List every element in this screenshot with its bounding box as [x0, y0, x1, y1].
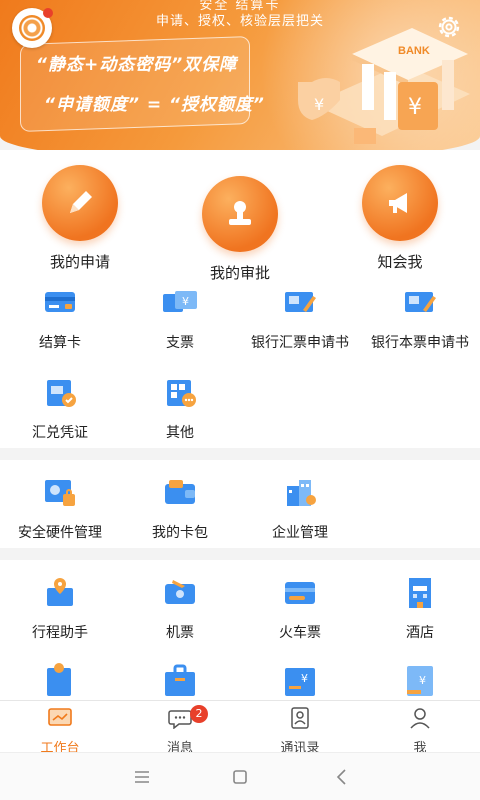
grid-item-label: 我的卡包: [152, 525, 208, 541]
management-panel: 安全硬件管理 我的卡包 企业管理: [0, 460, 480, 548]
message-icon: [168, 710, 192, 730]
flight-icon: [165, 580, 195, 604]
briefcase-icon[interactable]: [161, 662, 199, 696]
bank-illustration-icon: BANK ¥ ¥: [298, 28, 470, 144]
svg-text:¥: ¥: [408, 95, 422, 120]
slogan-line-1: “静态+动态密码”双保障: [36, 55, 238, 75]
grid-item-cashier-cheque[interactable]: 银行本票申请书: [360, 286, 480, 352]
home-square-icon[interactable]: [230, 767, 250, 787]
grid-item-hotel[interactable]: 酒店: [360, 576, 480, 642]
bank-sign: BANK: [398, 45, 430, 57]
app-logo[interactable]: [12, 8, 53, 48]
grid-item-cheque[interactable]: ¥ 支票: [120, 286, 240, 352]
svg-text:¥: ¥: [314, 95, 324, 114]
card-icon: [45, 292, 75, 312]
grid-item-label: 结算卡: [39, 335, 81, 351]
pencil-icon: [42, 165, 118, 241]
document-icon[interactable]: [41, 662, 79, 696]
grid-item-flight[interactable]: 机票: [120, 576, 240, 642]
grid-item-label: 火车票: [279, 625, 321, 641]
train-icon: [285, 582, 315, 604]
grid-item-label: 安全硬件管理: [18, 525, 102, 541]
grid-item-label: 支票: [166, 335, 194, 351]
grid-item-enterprise-management[interactable]: 企业管理: [240, 476, 360, 542]
slogan-line-2: “申请额度” = “授权额度”: [44, 95, 265, 115]
itinerary-icon: [47, 578, 73, 606]
tab-me[interactable]: 我: [360, 707, 480, 756]
header-banner: 安全 结算卡 申请、授权、核验层层把关 “静态+动态密码”双保障 “申请额度” …: [0, 0, 480, 162]
message-count-badge: 2: [190, 705, 208, 723]
contacts-icon: [291, 707, 309, 729]
invoice-icon[interactable]: ¥: [281, 662, 319, 696]
remittance-icon: [47, 380, 76, 407]
tab-contacts[interactable]: 通讯录: [240, 707, 360, 756]
stamp-icon: [202, 176, 278, 252]
security-hardware-icon: [45, 480, 75, 506]
grid-item-label: 银行汇票申请书: [251, 335, 349, 351]
svg-text:¥: ¥: [301, 672, 308, 685]
grid-item-label: 酒店: [406, 625, 434, 641]
flower-logo-icon: [19, 15, 45, 41]
grid-item-my-wallet[interactable]: 我的卡包: [120, 476, 240, 542]
grid-item-train-ticket[interactable]: 火车票: [240, 576, 360, 642]
workbench-panel: 我的申请 我的审批 知会我 结算卡 ¥ 支票 银行汇票申请书 银行本票申请书 汇…: [0, 150, 480, 448]
bottom-tab-bar: 工作台 2 消息 通讯录 我: [0, 700, 480, 756]
receipt-icon[interactable]: ¥: [401, 662, 439, 696]
grid-item-label: 行程助手: [32, 625, 88, 641]
grid-item-label: 机票: [166, 625, 194, 641]
my-applications-label: 我的申请: [49, 253, 110, 271]
notify-me-label: 知会我: [377, 253, 423, 271]
grid-item-label: 银行本票申请书: [371, 335, 469, 351]
tab-workbench[interactable]: 工作台: [0, 707, 120, 756]
megaphone-icon: [362, 165, 438, 241]
hotel-icon: [409, 578, 431, 608]
grid-item-label: 汇兑凭证: [32, 425, 88, 441]
notify-me-button[interactable]: 知会我: [340, 165, 460, 272]
my-applications-button[interactable]: 我的申请: [20, 165, 140, 272]
profile-icon: [410, 708, 430, 729]
back-chevron-icon[interactable]: [332, 767, 352, 787]
svg-text:¥: ¥: [182, 295, 189, 308]
grid-item-settlement-card[interactable]: 结算卡: [0, 286, 120, 352]
notification-dot: [43, 8, 53, 18]
grid-item-remittance-voucher[interactable]: 汇兑凭证: [0, 376, 120, 442]
grid-item-bank-draft[interactable]: 银行汇票申请书: [240, 286, 360, 352]
cashier-cheque-icon: [405, 292, 436, 312]
bank-draft-icon: [285, 292, 316, 312]
svg-text:¥: ¥: [419, 674, 426, 687]
travel-panel: 行程助手 机票 火车票 酒店 ¥ ¥: [0, 560, 480, 700]
cheque-icon: ¥: [163, 291, 197, 312]
workbench-icon: [48, 708, 72, 726]
my-approvals-button[interactable]: 我的审批: [180, 176, 300, 283]
gear-icon[interactable]: [434, 12, 464, 42]
grid-item-label: 企业管理: [272, 525, 328, 541]
grid-item-security-hardware[interactable]: 安全硬件管理: [0, 476, 120, 542]
grid-item-label: 其他: [166, 425, 194, 441]
grid-item-itinerary-assistant[interactable]: 行程助手: [0, 576, 120, 642]
more-icon: [167, 380, 196, 407]
system-navigation-bar: [0, 752, 480, 800]
menu-icon[interactable]: [132, 767, 152, 787]
grid-item-other[interactable]: 其他: [120, 376, 240, 442]
my-approvals-label: 我的审批: [209, 264, 270, 282]
tab-messages[interactable]: 2 消息: [120, 705, 240, 756]
enterprise-icon: [287, 480, 316, 506]
wallet-icon: [165, 480, 195, 504]
